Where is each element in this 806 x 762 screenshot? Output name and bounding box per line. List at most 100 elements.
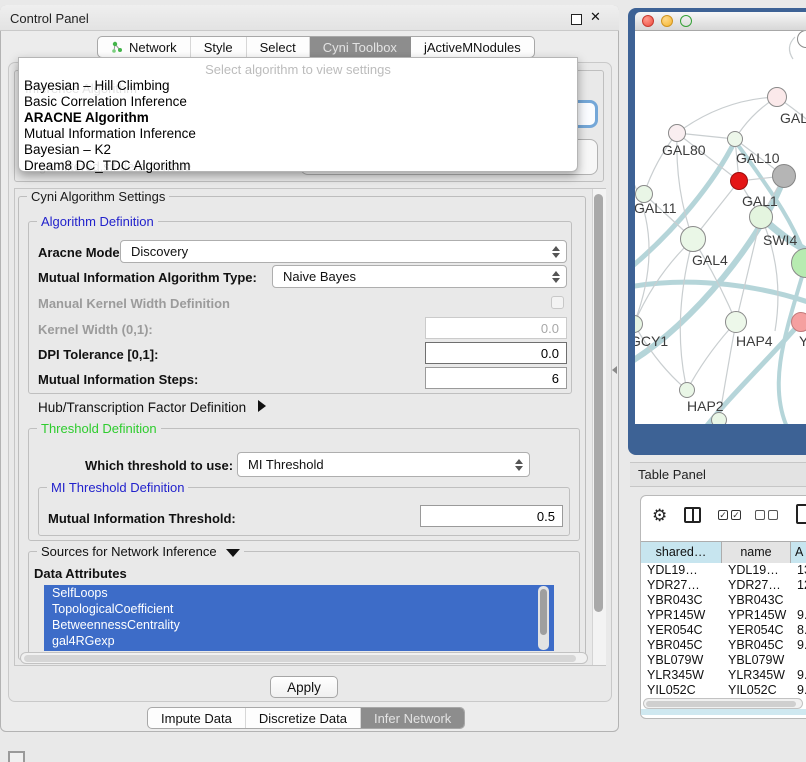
popup-item-bayesian-hill-climbing[interactable]: Bayesian – Hill Climbing <box>24 78 170 93</box>
settings-horizontal-scrollbar[interactable] <box>20 652 588 664</box>
mi-steps-input[interactable]: 6 <box>425 367 567 389</box>
network-canvas[interactable]: GAL GAL80 GAL10 GAL11 GAL1 GAL4 SWI4 GCY… <box>635 31 806 424</box>
list-scrollbar-thumb[interactable] <box>540 589 547 635</box>
bottom-tabbar: Impute Data Discretize Data Infer Networ… <box>147 707 465 729</box>
screen: Control Panel ✕ Network Style Select Cyn… <box>0 0 806 762</box>
control-panel-header <box>0 5 619 31</box>
list-item-betweennesscentrality[interactable]: BetweennessCentrality <box>44 617 554 633</box>
table-footer-strip <box>641 709 806 715</box>
node-label: GAL1 <box>742 193 778 209</box>
mi-threshold-label: Mutual Information Threshold: <box>48 511 236 526</box>
list-item-gal4rgexp[interactable]: gal4RGexp <box>44 633 554 649</box>
mi-steps-label: Mutual Information Steps: <box>38 372 198 387</box>
node-label: Y <box>799 333 806 349</box>
list-item-selfloops[interactable]: SelfLoops <box>44 585 554 601</box>
node-label: HAP2 <box>687 398 724 414</box>
popup-item-mutual-information[interactable]: Mutual Information Inference <box>24 126 196 141</box>
dpi-tolerance-label: DPI Tolerance [0,1]: <box>38 347 158 362</box>
which-threshold-combobox[interactable]: MI Threshold <box>237 452 530 477</box>
mi-type-combobox[interactable]: Naive Bayes <box>272 265 567 288</box>
node-label: HAP4 <box>736 333 773 349</box>
algorithm-definition-title: Algorithm Definition <box>37 214 158 229</box>
sources-group-title[interactable]: Sources for Network Inference <box>37 544 244 559</box>
control-panel-title: Control Panel <box>10 11 89 26</box>
popup-item-dream8[interactable]: Dream8 DC_TDC Algorithm <box>24 158 191 173</box>
dpi-tolerance-input[interactable]: 0.0 <box>425 342 567 364</box>
table-header-row: shared… name A <box>641 541 806 562</box>
kernel-width-input[interactable]: 0.0 <box>425 317 567 339</box>
node-label: GCY1 <box>635 333 668 349</box>
apply-button[interactable]: Apply <box>270 676 338 698</box>
select-all-columns-icon[interactable]: ✓✓ <box>718 510 741 520</box>
tab-jactivemnodules[interactable]: jActiveMNodules <box>411 37 534 57</box>
node-hap2[interactable] <box>679 382 695 398</box>
popup-item-bayesian-k2[interactable]: Bayesian – K2 <box>24 142 111 157</box>
threshold-definition-title: Threshold Definition <box>37 421 161 436</box>
export-table-icon[interactable] <box>796 504 806 524</box>
tab-infer-network[interactable]: Infer Network <box>361 708 464 728</box>
expander-expanded-icon <box>226 549 240 557</box>
node-gal80[interactable] <box>668 124 686 142</box>
popup-item-aracne[interactable]: ARACNE Algorithm <box>24 110 149 125</box>
node-label: GAL4 <box>692 252 728 268</box>
table-panel-title: Table Panel <box>638 467 706 482</box>
table-hscrollbar-thumb[interactable] <box>646 701 796 707</box>
hub-definition-expander[interactable]: Hub/Transcription Factor Definition <box>38 400 266 415</box>
stepper-icon <box>515 459 523 471</box>
node-gal1-red[interactable] <box>730 172 748 190</box>
close-traffic-light[interactable] <box>642 15 654 27</box>
manual-kernel-checkbox[interactable] <box>551 296 564 309</box>
tab-cyni-toolbox[interactable]: Cyni Toolbox <box>310 37 411 57</box>
settings-scrollbar-thumb[interactable] <box>594 194 603 612</box>
algorithm-dropdown-popup: Inference Algorithm gal-filtered.sif def… <box>18 57 578 172</box>
splitter-collapse-arrow[interactable] <box>612 366 617 374</box>
table-rows: YDL19…YDL19…13 YDR27…YDR27…12 YBR043CYBR… <box>641 562 806 699</box>
node-salmon-y[interactable] <box>791 312 806 332</box>
control-panel-tabbar: Network Style Select Cyni Toolbox jActiv… <box>97 36 535 58</box>
column-header-shared-name[interactable]: shared… <box>641 542 722 563</box>
node-label: SWI4 <box>763 232 797 248</box>
column-header-name[interactable]: name <box>722 542 791 563</box>
stepper-icon <box>552 271 560 283</box>
stepper-icon <box>552 246 560 258</box>
mi-threshold-group-title: MI Threshold Definition <box>47 480 188 495</box>
popup-item-basic-correlation[interactable]: Basic Correlation Inference <box>24 94 187 109</box>
node-gal-partial[interactable] <box>767 87 787 107</box>
tab-select[interactable]: Select <box>247 37 310 57</box>
mi-threshold-input[interactable]: 0.5 <box>420 505 563 527</box>
manual-kernel-label: Manual Kernel Width Definition <box>38 296 230 311</box>
tab-style[interactable]: Style <box>191 37 247 57</box>
tab-discretize-data[interactable]: Discretize Data <box>246 708 361 728</box>
tab-network[interactable]: Network <box>98 37 191 57</box>
tab-impute-data[interactable]: Impute Data <box>148 708 246 728</box>
data-attributes-list: SelfLoops TopologicalCoefficient Between… <box>44 585 554 651</box>
minimize-traffic-light[interactable] <box>661 15 673 27</box>
list-item-topologicalcoefficient[interactable]: TopologicalCoefficient <box>44 601 554 617</box>
node-label: GAL11 <box>635 200 677 216</box>
data-attributes-label: Data Attributes <box>34 566 127 581</box>
deselect-columns-icon[interactable]: ✓✓ <box>755 510 778 520</box>
mi-type-label: Mutual Information Algorithm Type: <box>38 270 257 285</box>
cyni-algorithm-settings-title: Cyni Algorithm Settings <box>27 189 169 204</box>
node-gray[interactable] <box>772 164 796 188</box>
node-gal10[interactable] <box>727 131 743 147</box>
node-hap4[interactable] <box>725 311 747 333</box>
network-window-titlebar[interactable] <box>635 12 806 31</box>
table-horizontal-scrollbar[interactable] <box>643 698 803 709</box>
gear-icon[interactable]: ⚙ <box>652 506 667 526</box>
expander-collapsed-icon <box>258 400 266 412</box>
float-window-icon[interactable] <box>571 14 582 25</box>
hscrollbar-thumb[interactable] <box>24 655 576 662</box>
column-header-partial[interactable]: A <box>791 542 806 563</box>
minimized-panel-icon[interactable] <box>8 751 25 762</box>
node-gal4[interactable] <box>680 226 706 252</box>
node-label: GAL <box>780 110 806 126</box>
split-divider <box>692 509 694 521</box>
node-label: GAL80 <box>662 142 706 158</box>
kernel-width-label: Kernel Width (0,1): <box>38 322 153 337</box>
split-view-icon[interactable] <box>684 507 701 523</box>
aracne-mode-combobox[interactable]: Discovery <box>120 240 567 263</box>
popup-prompt: Select algorithm to view settings <box>19 62 577 77</box>
zoom-traffic-light[interactable] <box>680 15 692 27</box>
close-icon[interactable]: ✕ <box>590 9 601 25</box>
